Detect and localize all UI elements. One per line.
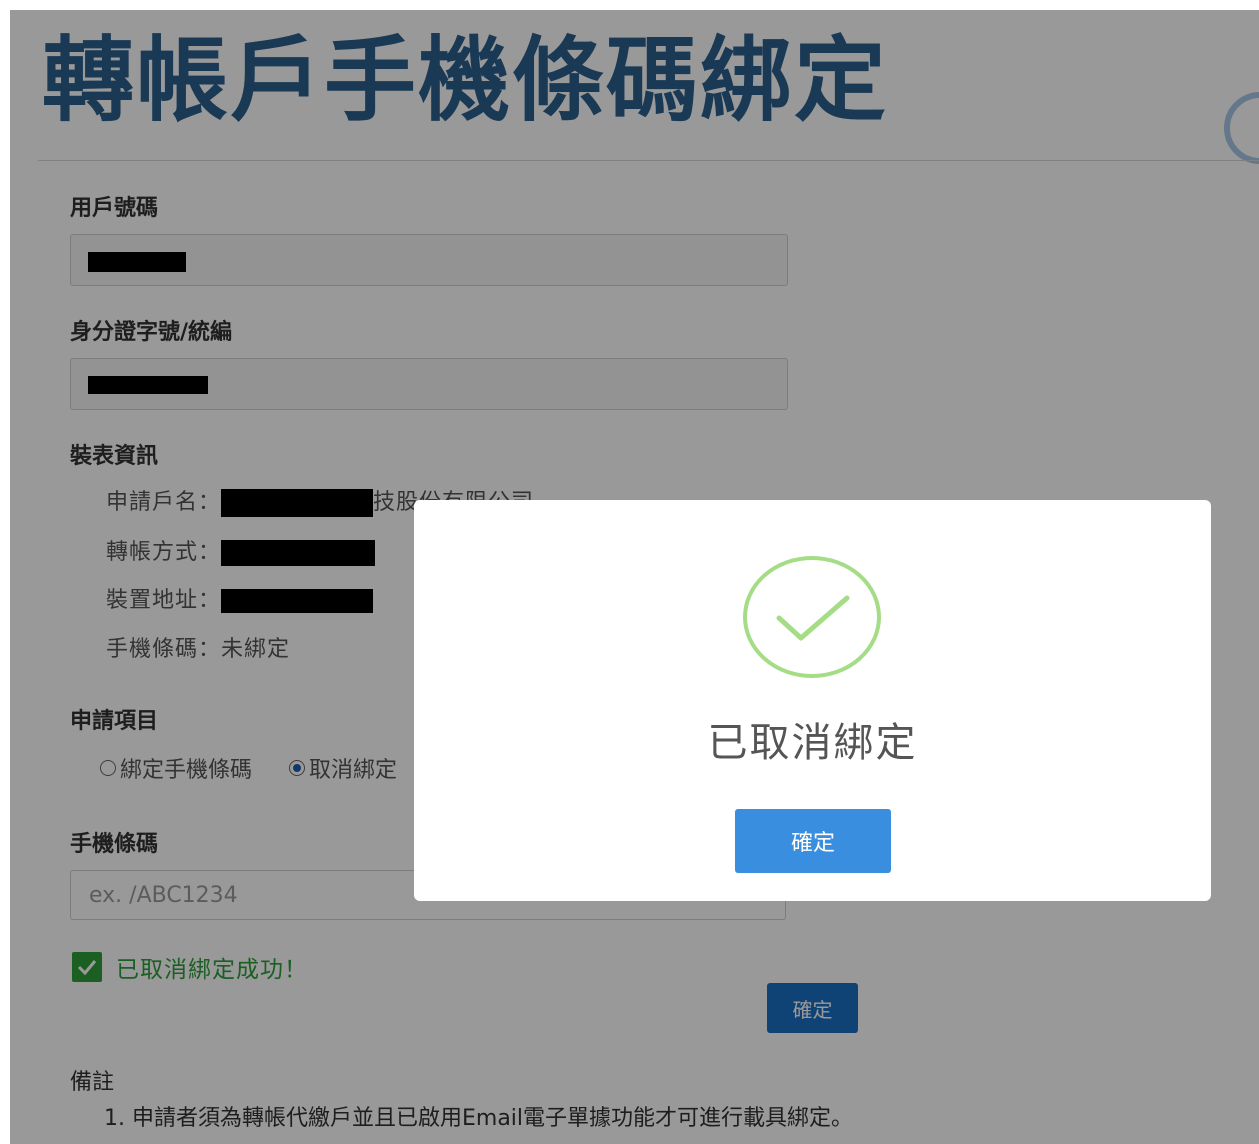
success-dialog: 已取消綁定 確定 <box>414 500 1211 901</box>
dialog-message: 已取消綁定 <box>707 720 918 766</box>
screenshot-edge <box>0 0 10 1144</box>
check-circle-icon <box>743 556 881 678</box>
dialog-confirm-button[interactable]: 確定 <box>735 809 891 873</box>
screenshot-edge <box>0 0 1259 10</box>
